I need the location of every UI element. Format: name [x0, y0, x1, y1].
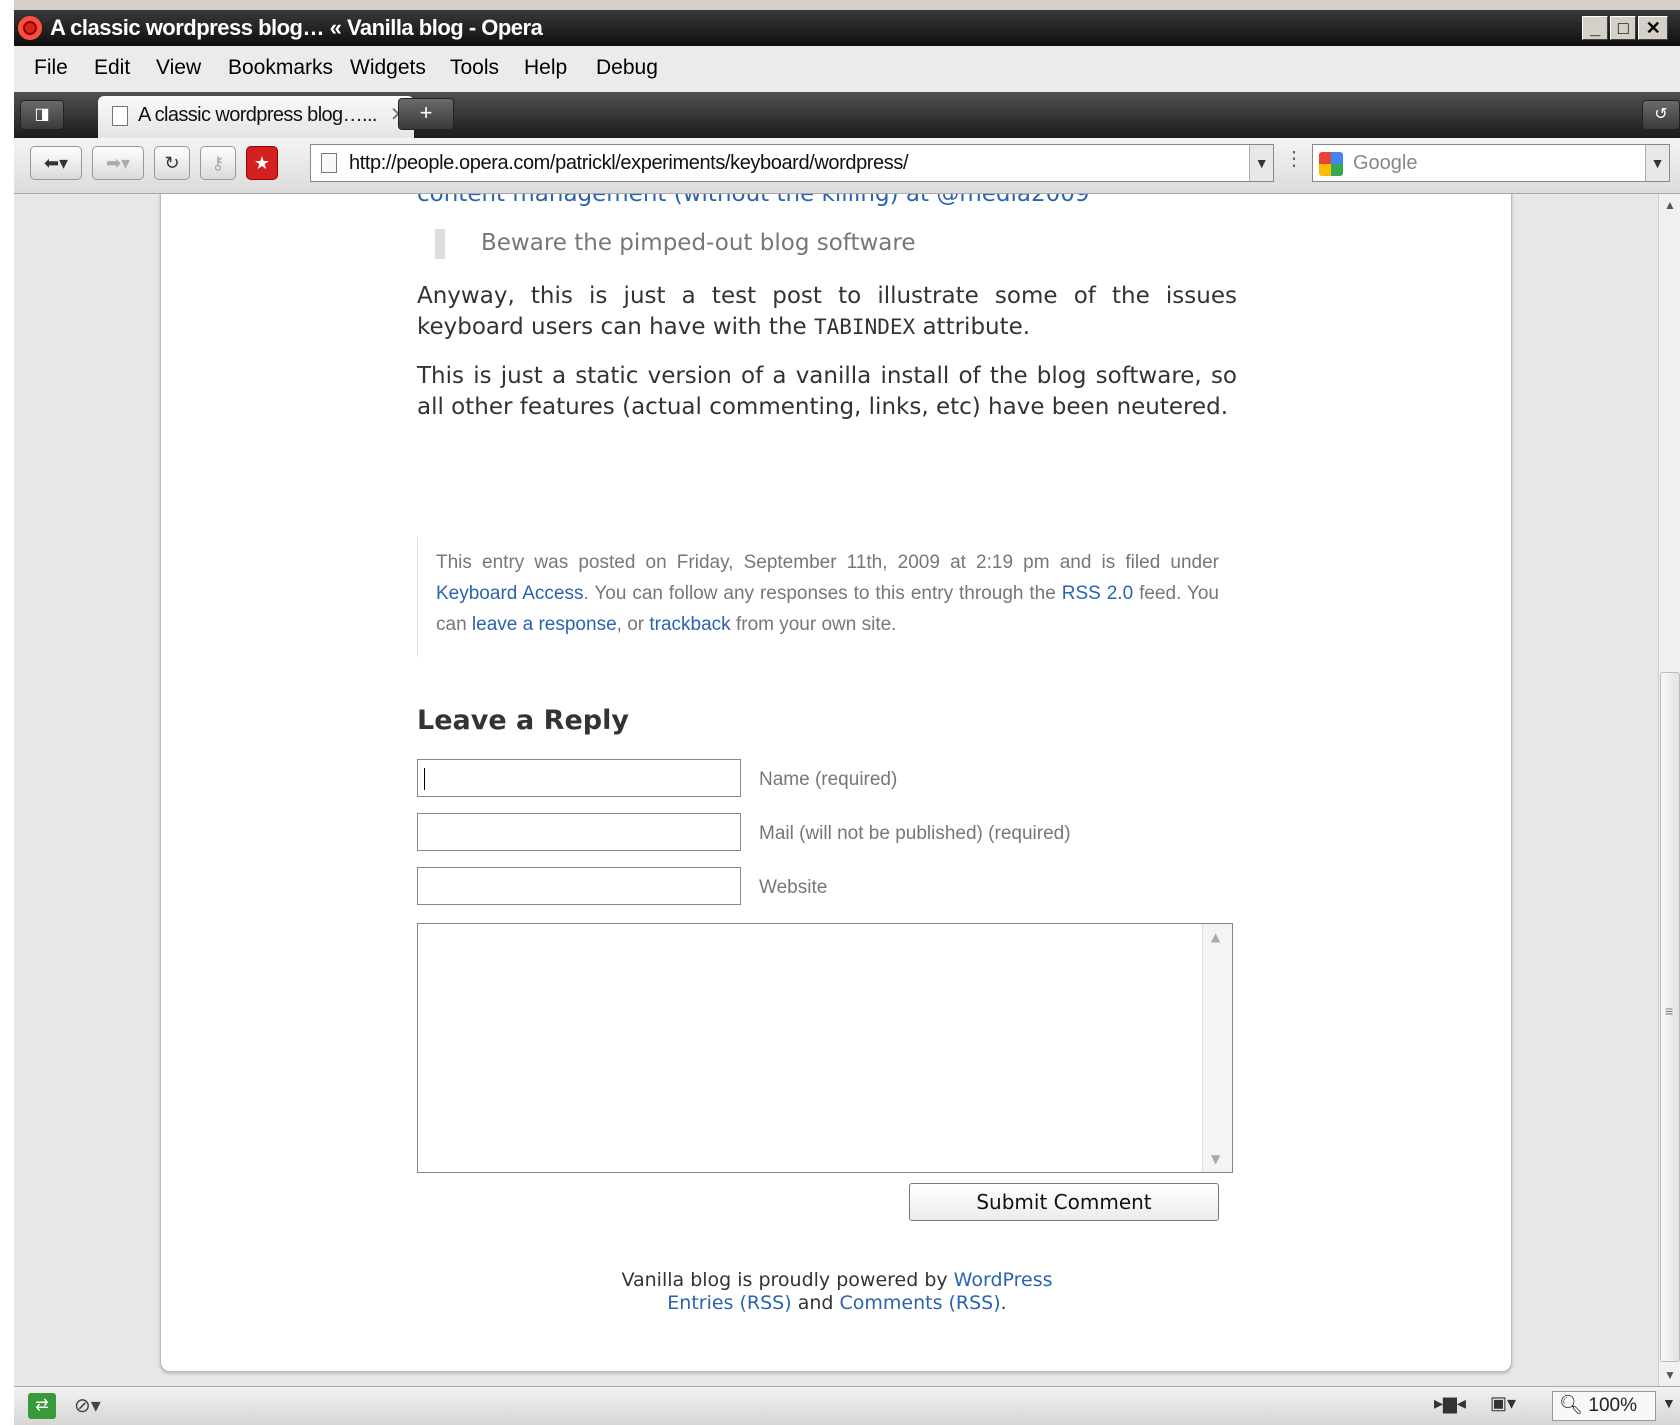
- turbo-icon[interactable]: ⊘▾: [74, 1393, 101, 1418]
- tab-bar: ◨ A classic wordpress blog…... ✕ + ↺: [14, 92, 1680, 138]
- page-icon: [112, 106, 128, 126]
- panel-toggle-button[interactable]: ◨: [20, 100, 64, 130]
- page-icon: [321, 153, 337, 173]
- back-button[interactable]: ⬅▾: [30, 146, 82, 180]
- tab-active[interactable]: A classic wordpress blog…... ✕: [98, 96, 414, 138]
- maximize-button[interactable]: □: [1610, 16, 1636, 40]
- address-dropdown-icon[interactable]: ▼: [1249, 145, 1273, 181]
- close-window-button[interactable]: ✕: [1638, 16, 1668, 40]
- reload-button[interactable]: ↻: [154, 146, 190, 180]
- navigation-bar: ⬅▾ ➡▾ ↻ ⚷ ★ http://people.opera.com/patr…: [14, 138, 1680, 194]
- zoom-dropdown-icon[interactable]: ▼: [1662, 1395, 1676, 1411]
- search-placeholder: Google: [1353, 152, 1418, 174]
- tab-title: A classic wordpress blog…...: [138, 104, 377, 126]
- zoom-level: 100%: [1588, 1395, 1638, 1416]
- name-input[interactable]: [417, 759, 741, 797]
- post-meta: This entry was posted on Friday, Septemb…: [417, 537, 1237, 657]
- scroll-up-icon[interactable]: ▲: [1211, 930, 1220, 944]
- scroll-up-icon[interactable]: ▲: [1664, 198, 1676, 212]
- scroll-down-icon[interactable]: ▼: [1664, 1368, 1676, 1382]
- menu-tools[interactable]: Tools: [450, 56, 499, 80]
- blog-card: content management (without the killing)…: [160, 194, 1512, 1372]
- bookmark-star-button[interactable]: ★: [246, 146, 278, 180]
- splitter-grip-icon[interactable]: ⋮: [1284, 146, 1304, 171]
- search-field[interactable]: Google ▼: [1312, 144, 1670, 182]
- rss-link[interactable]: RSS 2.0: [1062, 583, 1133, 604]
- forward-button[interactable]: ➡▾: [92, 146, 144, 180]
- zoom-control[interactable]: 🔍︎ 100%: [1552, 1391, 1656, 1421]
- text-cursor: [424, 768, 425, 790]
- comments-rss-link[interactable]: Comments (RSS): [839, 1292, 1000, 1314]
- new-tab-button[interactable]: +: [398, 98, 454, 130]
- window-title: A classic wordpress blog… « Vanilla blog…: [50, 15, 543, 40]
- reply-heading: Leave a Reply: [417, 705, 629, 736]
- title-bar: A classic wordpress blog… « Vanilla blog…: [14, 10, 1680, 46]
- website-label: Website: [759, 877, 828, 898]
- scrollbar-thumb[interactable]: ≡: [1660, 672, 1680, 1362]
- trackback-link[interactable]: trackback: [649, 614, 730, 635]
- tabindex-code: TABINDEX: [814, 315, 916, 339]
- unite-icon[interactable]: ⇄: [28, 1393, 56, 1419]
- google-icon: [1319, 152, 1343, 176]
- menu-bar: File Edit View Bookmarks Widgets Tools H…: [14, 46, 1680, 92]
- website-input[interactable]: [417, 867, 741, 905]
- post-paragraph-1: Anyway, this is just a test post to illu…: [417, 283, 1237, 340]
- magnifier-icon: 🔍︎: [1559, 1395, 1584, 1416]
- name-label: Name (required): [759, 769, 898, 790]
- search-dropdown-icon[interactable]: ▼: [1645, 145, 1669, 181]
- wand-button[interactable]: ⚷: [200, 146, 236, 180]
- address-url: http://people.opera.com/patrickl/experim…: [349, 152, 909, 174]
- panel-display-icon[interactable]: ▸▆◂: [1434, 1393, 1466, 1414]
- page-viewport: content management (without the killing)…: [14, 194, 1658, 1386]
- cut-off-link-line[interactable]: content management (without the killing)…: [417, 194, 1090, 207]
- blockquote: Beware the pimped-out blog software: [435, 229, 916, 259]
- entries-rss-link[interactable]: Entries (RSS): [667, 1292, 791, 1314]
- minimize-button[interactable]: _: [1582, 16, 1608, 40]
- scroll-down-icon[interactable]: ▼: [1211, 1152, 1220, 1166]
- browser-window: A classic wordpress blog… « Vanilla blog…: [14, 0, 1680, 1425]
- closed-tabs-button[interactable]: ↺: [1642, 100, 1680, 130]
- grip-icon: ≡: [1665, 1003, 1674, 1019]
- image-display-icon[interactable]: ▣▾: [1490, 1393, 1516, 1414]
- address-field[interactable]: http://people.opera.com/patrickl/experim…: [310, 144, 1274, 182]
- menu-widgets[interactable]: Widgets: [350, 56, 426, 80]
- leave-response-link[interactable]: leave a response: [472, 614, 617, 635]
- menu-help[interactable]: Help: [524, 56, 567, 80]
- menu-debug[interactable]: Debug: [596, 56, 658, 80]
- submit-comment-button[interactable]: Submit Comment: [909, 1183, 1219, 1221]
- mail-label: Mail (will not be published) (required): [759, 823, 1071, 844]
- post-paragraph-2: This is just a static version of a vanil…: [417, 363, 1237, 420]
- textarea-scrollbar[interactable]: ▲ ▼: [1202, 924, 1232, 1172]
- status-bar: ⇄ ⊘▾ ▸▆◂ ▣▾ 🔍︎ 100% ▼: [14, 1386, 1680, 1425]
- footer: Vanilla blog is proudly powered by WordP…: [621, 1269, 1053, 1314]
- comment-textarea[interactable]: ▲ ▼: [417, 923, 1233, 1173]
- page-scrollbar[interactable]: ▲ ≡ ▼: [1658, 194, 1680, 1386]
- mail-input[interactable]: [417, 813, 741, 851]
- menu-file[interactable]: File: [34, 56, 68, 80]
- category-link[interactable]: Keyboard Access: [436, 583, 583, 604]
- opera-logo-icon: [18, 16, 42, 40]
- menu-bookmarks[interactable]: Bookmarks: [228, 56, 333, 80]
- wordpress-link[interactable]: WordPress: [954, 1269, 1053, 1291]
- menu-edit[interactable]: Edit: [94, 56, 130, 80]
- menu-view[interactable]: View: [156, 56, 201, 80]
